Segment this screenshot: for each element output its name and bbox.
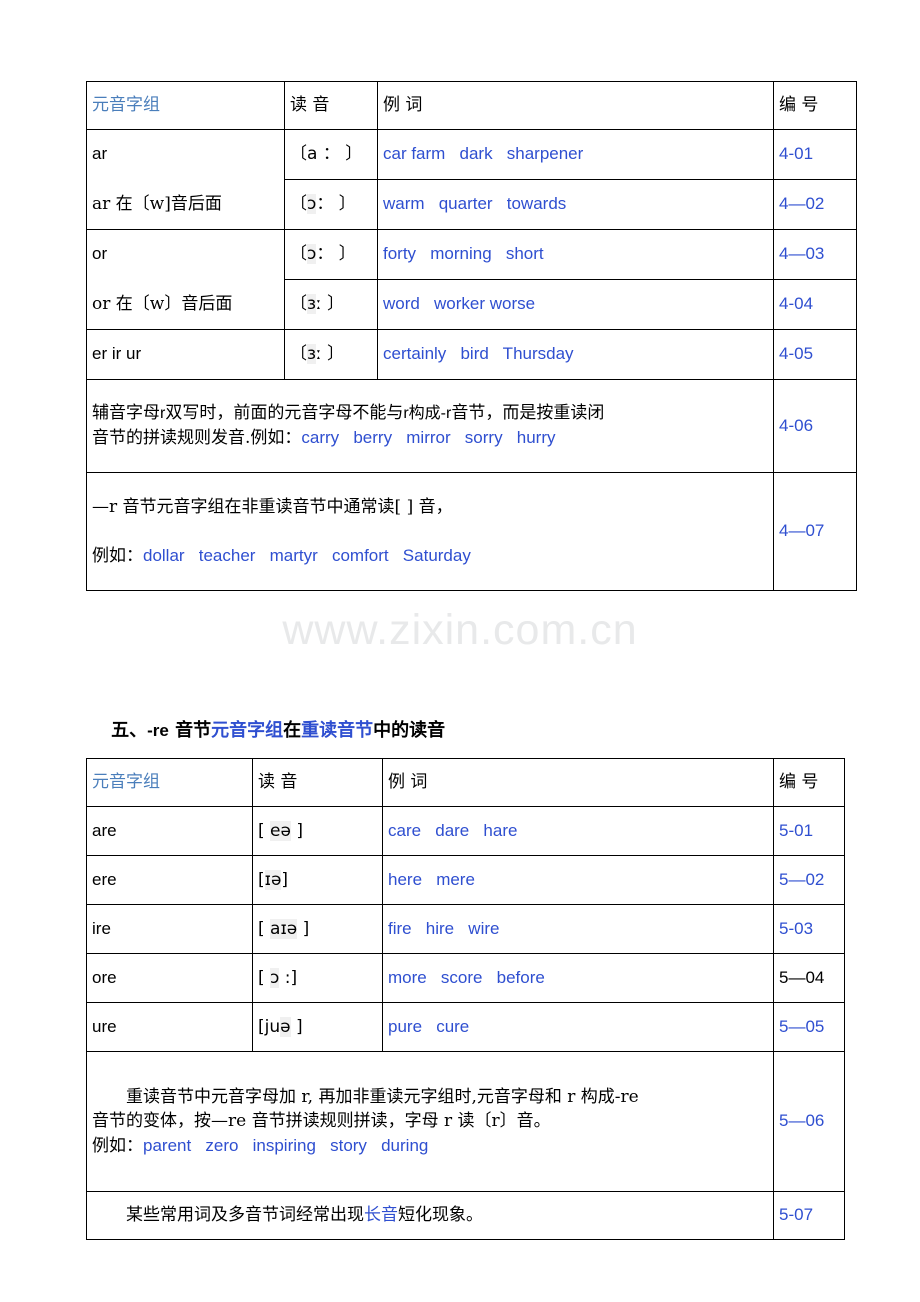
cell-examples: more score before	[382, 953, 774, 1003]
cell-phonetic: 〔ɜː 〕	[284, 279, 378, 330]
table-row: ure [juə ] pure cure 5—05	[86, 1002, 845, 1052]
cell-phonetic: 〔ɔ： 〕	[284, 229, 378, 280]
cell-examples: pure cure	[382, 1002, 774, 1052]
cell-examples: forty morning short	[377, 229, 774, 280]
section-heading: 五、-re 音节元音字组在重读音节中的读音	[111, 720, 446, 741]
cell-examples: care dare hare	[382, 806, 774, 856]
note-line-1: 辅音字母	[92, 403, 160, 424]
heading-number: 五、	[111, 720, 148, 741]
note-line-2: 音节的变体，按—re 音节拼读规则拼读，字母 r 读〔r〕音。	[92, 1111, 551, 1132]
cell-vowel-group: or 在〔w〕音后面	[86, 279, 285, 330]
cell-code: 5—04	[773, 953, 845, 1003]
heading-vowel-group: 元音字组	[211, 720, 284, 741]
table-row: are [ eə ] care dare hare 5-01	[86, 806, 845, 856]
header-examples: 例 词	[382, 758, 774, 807]
note-example-words: carry berry mirror sorry hurry	[301, 428, 556, 447]
cell-code: 5-03	[773, 904, 845, 954]
table-note-row: 辅音字母r双写时，前面的元音字母不能与r构成-r音节，而是按重读闭 音节的拼读规…	[86, 379, 857, 473]
cell-code: 4-01	[773, 129, 857, 180]
r-syllable-table: 元音字组 读 音 例 词 编 号 ar 〔a ： 〕 car farm dark…	[86, 81, 857, 591]
cell-examples: warm quarter towards	[377, 179, 774, 230]
site-watermark: www.zixin.com.cn	[282, 606, 638, 654]
re-syllable-table: 元音字组 读 音 例 词 编 号 are [ eə ] care dare ha…	[86, 758, 845, 1240]
table-row: ar 在〔w]音后面 〔ɔ： 〕 warm quarter towards 4—…	[86, 179, 857, 230]
table-header-row: 元音字组 读 音 例 词 编 号	[86, 758, 845, 807]
table-note-row: —r 音节元音字组在非重读音节中通常读[ ] 音， 例如：dollar teac…	[86, 472, 857, 591]
cell-phonetic: 〔a ： 〕	[284, 129, 378, 180]
cell-phonetic: 〔ɔ： 〕	[284, 179, 378, 230]
note-line-1: —r 音节元音字组在非重读音节中通常读[ ] 音，	[92, 496, 453, 517]
cell-code: 4-05	[773, 329, 857, 380]
header-vowel-group: 元音字组	[86, 758, 253, 807]
cell-code: 4—03	[773, 229, 857, 280]
table-note-row: 重读音节中元音字母加 r, 再加非重读元字组时,元音字母和 r 构成-re 音节…	[86, 1051, 845, 1192]
cell-phonetic: [juə ]	[252, 1002, 383, 1052]
cell-vowel-group: are	[86, 806, 253, 856]
cell-code: 5-01	[773, 806, 845, 856]
table-row: ar 〔a ： 〕 car farm dark sharpener 4-01	[86, 129, 857, 180]
cell-code: 4—02	[773, 179, 857, 230]
cell-vowel-group: ore	[86, 953, 253, 1003]
table-row: or 〔ɔ： 〕 forty morning short 4—03	[86, 229, 857, 280]
table-header-row: 元音字组 读 音 例 词 编 号	[86, 81, 857, 130]
cell-phonetic: [ ɔ :]	[252, 953, 383, 1003]
cell-code: 5—06	[773, 1051, 845, 1192]
cell-code: 4-06	[773, 379, 857, 473]
cell-code: 4-04	[773, 279, 857, 330]
cell-vowel-group: ire	[86, 904, 253, 954]
header-examples: 例 词	[377, 81, 774, 130]
table-note-row: 某些常用词及多音节词经常出现长音短化现象。 5-07	[86, 1191, 845, 1240]
note-example-words: dollar teacher martyr comfort Saturday	[143, 545, 471, 565]
table-row: ere [ɪə] here mere 5—02	[86, 855, 845, 905]
document-page: 元音字组 读 音 例 词 编 号 ar 〔a ： 〕 car farm dark…	[0, 0, 920, 1302]
table-row: or 在〔w〕音后面 〔ɜː 〕 word worker worse 4-04	[86, 279, 857, 330]
cell-vowel-group: ar	[86, 129, 285, 180]
cell-code: 5—02	[773, 855, 845, 905]
cell-vowel-group: or	[86, 229, 285, 280]
heading-stressed-syllable: 重读音节	[301, 720, 374, 741]
note-example-words: parent zero inspiring story during	[143, 1135, 429, 1155]
note-line-1: 重读音节中元音字母加 r, 再加非重读元字组时,元音字母和 r 构成-re	[126, 1086, 639, 1107]
cell-vowel-group: ere	[86, 855, 253, 905]
cell-code: 5—05	[773, 1002, 845, 1052]
cell-examples: car farm dark sharpener	[377, 129, 774, 180]
cell-phonetic: 〔ɜː 〕	[284, 329, 378, 380]
cell-code: 5-07	[773, 1191, 845, 1240]
header-vowel-group: 元音字组	[86, 81, 285, 130]
note-highlight-long-vowel: 长音	[364, 1204, 398, 1225]
header-number: 编 号	[773, 81, 857, 130]
table-row: ore [ ɔ :] more score before 5—04	[86, 953, 845, 1003]
cell-note-text: 辅音字母r双写时，前面的元音字母不能与r构成-r音节，而是按重读闭 音节的拼读规…	[86, 379, 774, 473]
cell-examples: fire hire wire	[382, 904, 774, 954]
cell-code: 4—07	[773, 472, 857, 591]
cell-phonetic: [ɪə]	[252, 855, 383, 905]
cell-examples: here mere	[382, 855, 774, 905]
cell-examples: certainly bird Thursday	[377, 329, 774, 380]
heading-re-token: -re	[147, 721, 169, 740]
cell-note-text: 重读音节中元音字母加 r, 再加非重读元字组时,元音字母和 r 构成-re 音节…	[86, 1051, 774, 1192]
cell-note-text: 某些常用词及多音节词经常出现长音短化现象。	[86, 1191, 774, 1240]
table-row: er ir ur 〔ɜː 〕 certainly bird Thursday 4…	[86, 329, 857, 380]
header-pronunciation: 读 音	[252, 758, 383, 807]
cell-note-text: —r 音节元音字组在非重读音节中通常读[ ] 音， 例如：dollar teac…	[86, 472, 774, 591]
cell-phonetic: [ aɪə ]	[252, 904, 383, 954]
header-number: 编 号	[773, 758, 845, 807]
header-pronunciation: 读 音	[284, 81, 378, 130]
cell-vowel-group: ar 在〔w]音后面	[86, 179, 285, 230]
table-row: ire [ aɪə ] fire hire wire 5-03	[86, 904, 845, 954]
cell-examples: word worker worse	[377, 279, 774, 330]
cell-vowel-group: er ir ur	[86, 329, 285, 380]
cell-vowel-group: ure	[86, 1002, 253, 1052]
cell-phonetic: [ eə ]	[252, 806, 383, 856]
